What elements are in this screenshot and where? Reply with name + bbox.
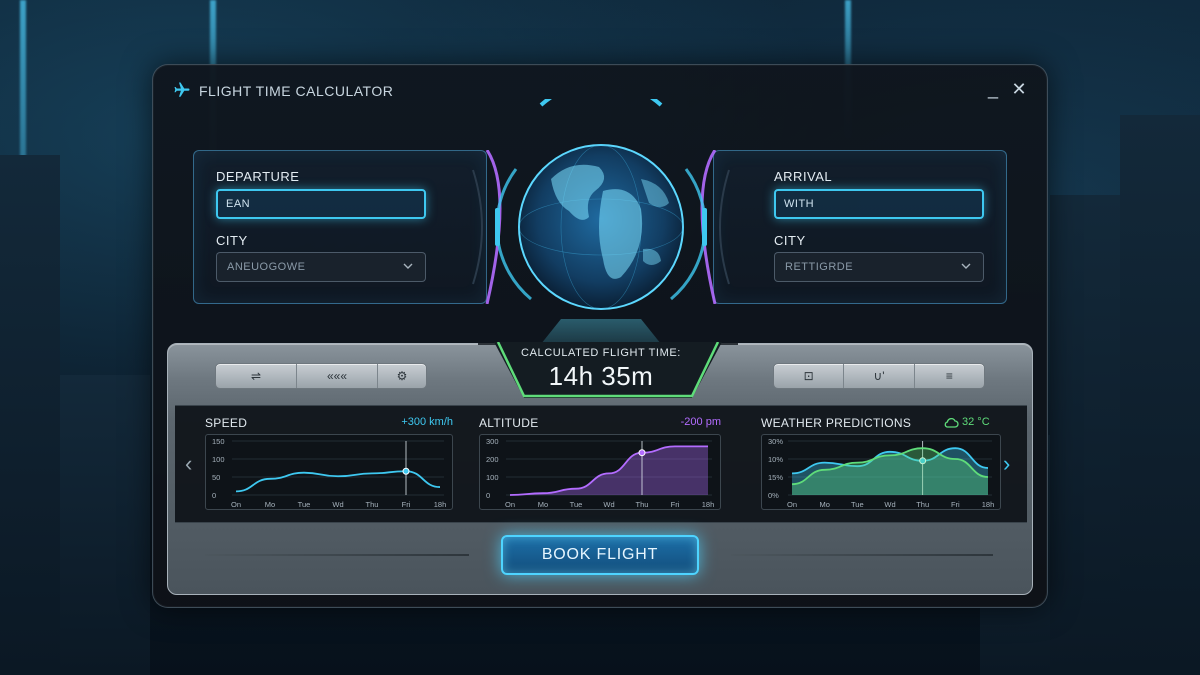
x-tick-label: Fri [671,500,680,509]
y-tick-label: 30% [768,437,783,446]
swap-button[interactable]: ⇌ [216,364,297,388]
arrival-city-value: RETTIGRDE [785,261,854,273]
charts-row: SPEED +300 km/h 150 100 50 0 On Mo Tue Wd Thu Fri… [175,405,1027,523]
x-tick-label: On [231,500,241,509]
x-tick-label: Wd [603,500,614,509]
x-tick-label: On [505,500,515,509]
y-tick-label: 0 [486,491,490,500]
y-tick-label: 0% [768,491,779,500]
x-tick-label: Tue [570,500,583,509]
departure-input[interactable]: EAN [216,189,426,219]
x-tick-label: Thu [636,500,649,509]
y-tick-label: 0 [212,491,216,500]
data-point [638,449,646,457]
arrival-city-label: CITY [774,233,806,248]
y-tick-label: 50 [212,473,220,482]
altitude-chart-title: ALTITUDE [479,416,539,430]
globe-hologram [495,99,707,359]
rewind-button[interactable]: ««« [297,364,378,388]
flight-time-value: 14h 35m [548,361,654,391]
book-flight-button[interactable]: BOOK FLIGHT [501,535,699,575]
x-tick-label: Tue [298,500,311,509]
previous-arrow-icon[interactable]: ‹ [185,451,192,477]
x-tick-label: Mo [819,500,829,509]
y-tick-label: 150 [212,437,225,446]
x-tick-label: 18h [702,500,715,509]
y-tick-label: 15% [768,473,783,482]
close-button[interactable]: ✕ [1009,79,1029,99]
speed-chart-svg: 150 100 50 0 On Mo Tue Wd Thu Fri 18h [212,437,447,509]
x-tick-label: Thu [366,500,379,509]
layer-button[interactable]: ∪' [844,364,915,388]
window-title: FLIGHT TIME CALCULATOR [199,83,394,99]
x-tick-label: Tue [851,500,864,509]
x-tick-label: On [787,500,797,509]
result-label: CALCULATED FLIGHT TIME: [521,347,681,359]
y-tick-label: 300 [486,437,499,446]
departure-label: DEPARTURE [216,169,300,184]
data-point [402,467,410,475]
chevron-down-icon [961,263,971,269]
airplane-icon [174,82,190,97]
departure-city-select[interactable]: ANEUOGOWE [216,252,426,282]
settings-button[interactable]: ⚙ [378,364,426,388]
departure-city-label: CITY [216,233,248,248]
series-line [235,470,441,493]
altitude-chart-svg: 300 200 100 0 On Mo Tue Wd Thu Fri 18h [486,437,715,509]
y-tick-label: 10% [768,455,783,464]
speed-chart: 150 100 50 0 On Mo Tue Wd Thu Fri 18h [205,434,453,510]
x-tick-label: Wd [332,500,343,509]
speed-meta: +300 km/h [401,416,453,428]
y-tick-label: 200 [486,455,499,464]
weather-chart: 30% 10% 15% 0% On Mo Tue Wd Thu Fri 18h [761,434,1001,510]
departure-city-value: ANEUOGOWE [227,261,306,273]
calculator-window: FLIGHT TIME CALCULATOR _ ✕ DEPARTURE EAN… [152,64,1048,608]
x-tick-label: Mo [538,500,548,509]
weather-chart-card: WEATHER PREDICTIONS 32 °C 30% 10% 15% 0% On M… [747,406,1019,524]
building [0,155,60,675]
divider [205,554,469,556]
minimize-button[interactable]: _ [983,79,1003,99]
arrival-city-select[interactable]: RETTIGRDE [774,252,984,282]
x-tick-label: Wd [884,500,895,509]
y-tick-label: 100 [486,473,499,482]
left-toolbar: ⇌ ««« ⚙ [215,363,427,389]
speed-chart-title: SPEED [205,416,248,430]
building [1120,115,1200,675]
cloud-icon [944,417,959,428]
x-tick-label: 18h [982,500,995,509]
weather-meta: 32 °C [962,416,990,428]
next-arrow-icon[interactable]: › [1003,451,1010,477]
series-area [510,446,708,495]
weather-chart-title: WEATHER PREDICTIONS [761,416,912,430]
right-toolbar: ⊡ ∪' ≡ [773,363,985,389]
chevron-down-icon [403,263,413,269]
x-tick-label: Mo [265,500,275,509]
altitude-chart-card: ALTITUDE -200 pm 300 200 100 0 On Mo Tue Wd Thu F… [465,406,735,524]
building [60,375,150,675]
speed-chart-card: SPEED +300 km/h 150 100 50 0 On Mo Tue Wd Thu Fri… [183,406,453,524]
x-tick-label: 18h [434,500,447,509]
divider [731,554,993,556]
arrival-label: ARRIVAL [774,169,833,184]
building [1050,195,1120,675]
arrival-input[interactable]: WITH [774,189,984,219]
x-tick-label: Thu [916,500,929,509]
weather-chart-svg: 30% 10% 15% 0% On Mo Tue Wd Thu Fri 18h [768,437,995,509]
view-button[interactable]: ⊡ [774,364,845,388]
y-tick-label: 100 [212,455,225,464]
x-tick-label: Fri [402,500,411,509]
menu-button[interactable]: ≡ [915,364,984,388]
altitude-chart: 300 200 100 0 On Mo Tue Wd Thu Fri 18h [479,434,721,510]
x-tick-label: Fri [951,500,960,509]
altitude-meta: -200 pm [680,416,721,428]
